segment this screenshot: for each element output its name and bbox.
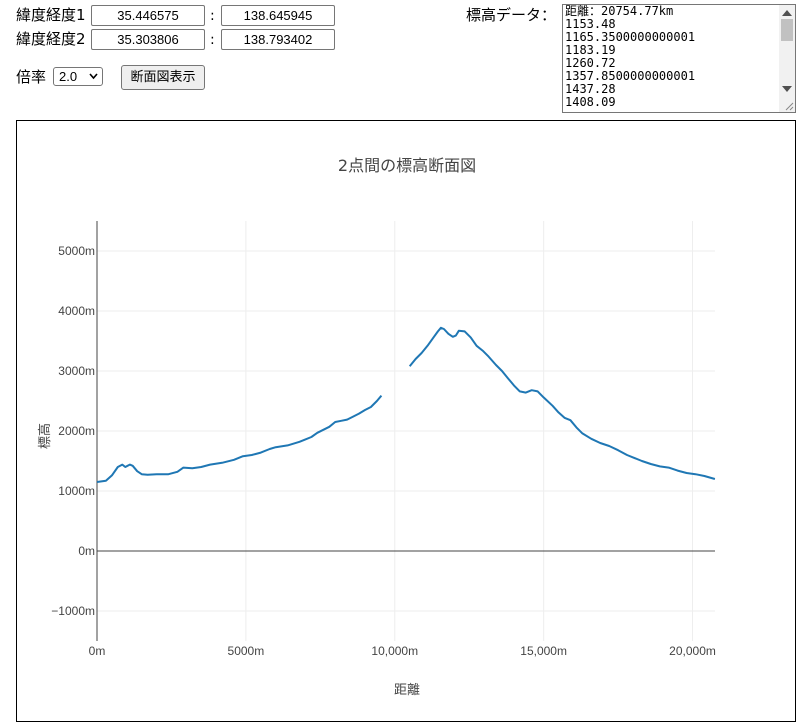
textarea-scrollbar[interactable]: [779, 5, 795, 112]
scroll-down-arrow-icon[interactable]: [782, 86, 792, 92]
elevation-data-line: 1408.09: [565, 95, 616, 109]
x-tick-label: 20,000m: [669, 644, 716, 658]
x-tick-label: 0m: [89, 644, 106, 658]
y-tick-label: 4000m: [58, 304, 95, 318]
y-tick-label: 2000m: [58, 424, 95, 438]
elevation-profile-chart: −1000m 0m 1000m 2000m 3000m 4000m 5000m 0m 5000m…: [16, 120, 796, 722]
scale-select[interactable]: 2.0: [53, 67, 103, 86]
chart-axes: −1000m 0m 1000m 2000m 3000m 4000m 5000m 0m 5000m…: [51, 221, 716, 658]
elevation-data-label: 標高データ：: [466, 6, 557, 24]
x-axis-title: 距離: [394, 683, 420, 698]
point2-label: 緯度経度2: [16, 30, 86, 48]
elevation-line-segment: [96, 394, 383, 483]
point1-lat-input[interactable]: [91, 5, 205, 26]
y-axis-title: 標高: [37, 423, 53, 449]
chart-grid: [97, 221, 715, 641]
y-tick-label: 5000m: [58, 244, 95, 258]
separator-colon: :: [210, 32, 215, 48]
resize-grip-icon[interactable]: [784, 101, 794, 111]
elevation-data-lines: 距離：20754.77km 1153.48 1165.3500000000001 11…: [565, 5, 777, 109]
chart-lines: [96, 326, 716, 483]
chart-title: 2点間の標高断面図: [338, 156, 476, 175]
elevation-data-textarea[interactable]: 距離：20754.77km 1153.48 1165.3500000000001 11…: [562, 4, 796, 113]
point2-lng-input[interactable]: [221, 29, 335, 50]
point1-label: 緯度経度1: [16, 6, 86, 24]
point2-lat-input[interactable]: [91, 29, 205, 50]
point1-lng-input[interactable]: [221, 5, 335, 26]
scale-select-value: 2.0: [59, 69, 78, 84]
scrollbar-thumb[interactable]: [781, 19, 793, 41]
show-profile-button[interactable]: 断面図表示: [121, 65, 205, 90]
chart-svg: −1000m 0m 1000m 2000m 3000m 4000m 5000m 0m 5000m…: [37, 156, 716, 698]
x-tick-label: 5000m: [228, 644, 265, 658]
elevation-line-segment: [408, 326, 716, 480]
y-tick-label: −1000m: [51, 604, 95, 618]
y-tick-label: 3000m: [58, 364, 95, 378]
x-tick-label: 10,000m: [371, 644, 418, 658]
chevron-down-icon: [89, 73, 98, 80]
y-tick-label: 0m: [78, 544, 95, 558]
y-tick-label: 1000m: [58, 484, 95, 498]
scale-label: 倍率: [16, 68, 47, 86]
scroll-up-arrow-icon[interactable]: [782, 10, 792, 16]
separator-colon: :: [210, 8, 215, 24]
x-tick-label: 15,000m: [520, 644, 567, 658]
